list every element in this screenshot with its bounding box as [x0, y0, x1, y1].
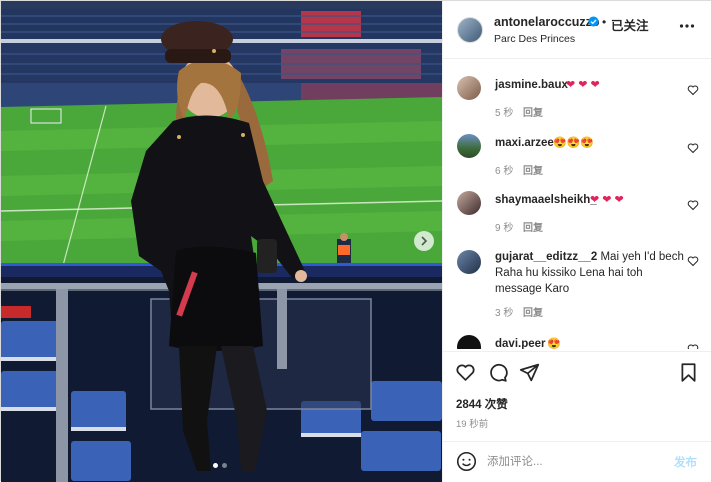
heart-outline-icon[interactable] — [687, 199, 699, 211]
comment-emoji: 😍 — [547, 338, 561, 349]
verified-badge-icon — [588, 16, 599, 27]
more-horizontal-icon[interactable] — [679, 23, 695, 29]
carousel-dot — [222, 463, 227, 468]
heart-outline-icon[interactable] — [687, 255, 699, 267]
comment-username[interactable]: jasmine.baux — [495, 79, 568, 91]
comment-item: davi.peer 😍 — [443, 334, 711, 349]
post-actions: 2844 次赞 19 秒前 — [443, 351, 711, 441]
comment-username[interactable]: gujarat__editzz__2 — [495, 251, 597, 263]
comment-time: 3 秒 — [495, 308, 514, 319]
commenter-avatar[interactable] — [457, 76, 481, 100]
commenter-avatar[interactable] — [457, 191, 481, 215]
share-icon[interactable] — [519, 362, 540, 383]
reply-button[interactable]: 回复 — [523, 104, 543, 119]
heart-outline-icon[interactable] — [687, 343, 699, 349]
smiley-icon[interactable] — [456, 451, 477, 472]
comment-time: 5 秒 — [495, 108, 514, 119]
carousel-next-button[interactable] — [414, 231, 434, 251]
post-modal: antonelaroccuzzo • 已关注 Parc Des Princes … — [0, 0, 711, 482]
chevron-right-icon — [421, 236, 428, 246]
comment-item: jasmine.baux ❤ ❤ ❤ 5 秒 回复 — [443, 75, 711, 131]
comment-item: shaymaaelsheikh_ ❤ ❤ ❤ 9 秒 回复 — [443, 190, 711, 246]
comment-body: gujarat__editzz__2 Mai yeh I'd bech Raha… — [495, 249, 685, 297]
post-comment-button[interactable]: 发布 — [674, 454, 697, 470]
follow-status-button[interactable]: 已关注 — [611, 15, 649, 34]
post-timestamp: 19 秒前 — [456, 419, 489, 430]
commenter-avatar[interactable] — [457, 335, 481, 349]
commenter-avatar[interactable] — [457, 134, 481, 158]
post-header: antonelaroccuzzo • 已关注 Parc Des Princes — [443, 1, 711, 59]
post-side-panel: antonelaroccuzzo • 已关注 Parc Des Princes … — [442, 1, 711, 482]
heart-outline-icon[interactable] — [687, 84, 699, 96]
like-count[interactable]: 2844 次赞 — [456, 396, 508, 412]
comment-username[interactable]: davi.peer — [495, 338, 546, 349]
comment-emoji: 😍😍😍 — [553, 137, 595, 149]
photo-illustration — [1, 1, 442, 482]
author-avatar[interactable] — [457, 17, 483, 43]
comment-item: gujarat__editzz__2 Mai yeh I'd bech Raha… — [443, 249, 711, 329]
comment-list[interactable]: jasmine.baux ❤ ❤ ❤ 5 秒 回复 maxi.arzee 😍😍😍… — [443, 59, 711, 349]
heart-icon[interactable] — [455, 362, 476, 383]
comment-time: 6 秒 — [495, 166, 514, 177]
comment-icon[interactable] — [487, 362, 508, 383]
header-separator: • — [602, 15, 607, 29]
reply-button[interactable]: 回复 — [523, 162, 543, 177]
comment-emoji: ❤ ❤ ❤ — [590, 194, 624, 206]
comment-time: 9 秒 — [495, 223, 514, 234]
carousel-dot-active — [213, 463, 218, 468]
carousel-dots — [213, 463, 227, 468]
comment-input[interactable] — [487, 453, 667, 471]
comment-emoji: ❤ ❤ ❤ — [566, 79, 600, 91]
post-photo[interactable] — [1, 1, 442, 482]
reply-button[interactable]: 回复 — [523, 304, 543, 319]
post-location[interactable]: Parc Des Princes — [494, 33, 575, 45]
commenter-avatar[interactable] — [457, 250, 481, 274]
comment-composer: 发布 — [443, 441, 711, 482]
bookmark-icon[interactable] — [678, 362, 699, 383]
comment-username[interactable]: maxi.arzee — [495, 137, 554, 149]
comment-username[interactable]: shaymaaelsheikh_ — [495, 194, 597, 206]
reply-button[interactable]: 回复 — [523, 219, 543, 234]
author-username[interactable]: antonelaroccuzzo — [494, 15, 600, 29]
comment-item: maxi.arzee 😍😍😍 6 秒 回复 — [443, 133, 711, 189]
heart-outline-icon[interactable] — [687, 142, 699, 154]
